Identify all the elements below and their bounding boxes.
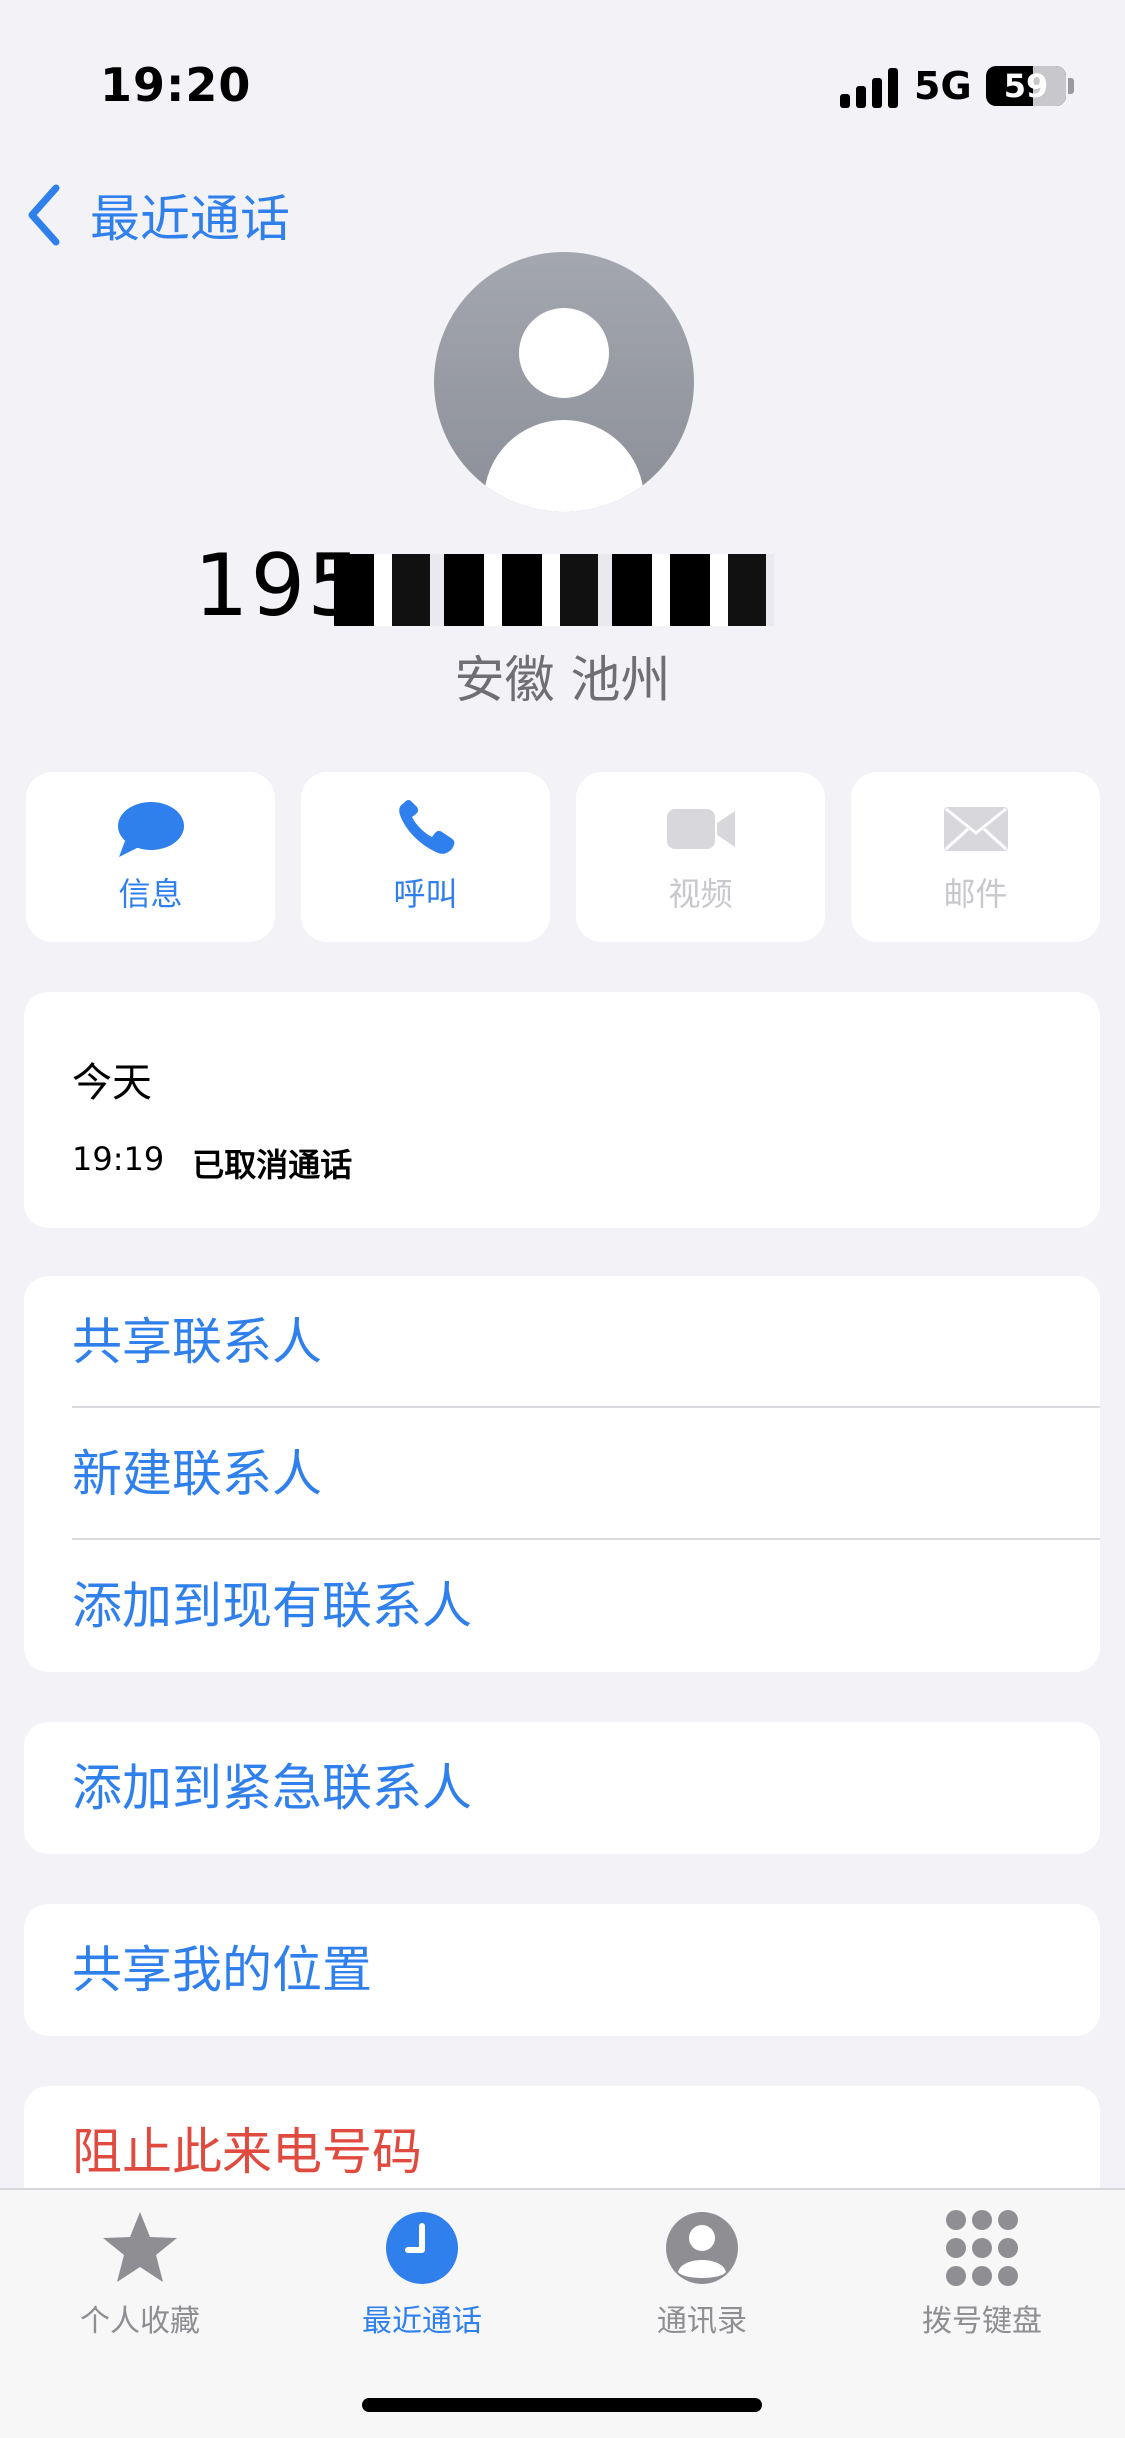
mail-button[interactable]: 邮件 — [851, 772, 1100, 942]
status-bar: 19:20 5G 59 — [0, 0, 1125, 170]
tab-recents[interactable]: 最近通话 — [312, 2208, 532, 2340]
contact-avatar — [434, 252, 694, 512]
message-label: 信息 — [118, 875, 183, 913]
call-button[interactable]: 呼叫 — [301, 772, 550, 942]
battery-percent: 59 — [1003, 67, 1049, 105]
clock-icon — [386, 2212, 458, 2284]
avatar-body — [484, 420, 644, 512]
video-button[interactable]: 视频 — [576, 772, 825, 942]
emergency-card: 添加到紧急联系人 — [24, 1722, 1100, 1854]
call-label: 呼叫 — [393, 875, 458, 913]
tab-contacts[interactable]: 通讯录 — [592, 2208, 812, 2340]
network-label: 5G — [914, 64, 972, 108]
redaction-mask — [333, 554, 774, 626]
tab-keypad[interactable]: 拨号键盘 — [872, 2208, 1092, 2340]
location-card: 共享我的位置 — [24, 1904, 1100, 2036]
action-buttons: 信息 呼叫 视频 邮件 — [26, 772, 1100, 942]
video-icon — [666, 809, 735, 849]
home-indicator[interactable] — [362, 2398, 762, 2412]
mail-icon — [943, 807, 1008, 851]
back-button[interactable]: 最近通话 — [24, 180, 290, 250]
person-circle-icon — [666, 2212, 738, 2284]
recents-card: 今天 19:19 已取消通话 — [24, 992, 1100, 1228]
star-icon — [103, 2212, 177, 2282]
message-button[interactable]: 信息 — [26, 772, 275, 942]
avatar-head — [519, 308, 609, 398]
mail-label: 邮件 — [943, 875, 1008, 913]
phone-number-block: 1950000000000 — [0, 536, 1125, 636]
phone-number: 1950000000000 — [194, 536, 931, 636]
share-contact-button[interactable]: 共享联系人 — [24, 1276, 1100, 1408]
tab-recents-label: 最近通话 — [362, 2304, 482, 2339]
new-contact-button[interactable]: 新建联系人 — [24, 1408, 1100, 1540]
tab-keypad-label: 拨号键盘 — [922, 2304, 1042, 2339]
recent-call-time: 19:19 — [72, 1140, 165, 1178]
tab-favorites-label: 个人收藏 — [80, 2304, 200, 2339]
video-label: 视频 — [668, 875, 733, 913]
message-icon — [117, 802, 184, 857]
add-to-existing-contact-button[interactable]: 添加到现有联系人 — [24, 1540, 1100, 1672]
phone-icon — [398, 799, 454, 854]
tab-favorites[interactable]: 个人收藏 — [30, 2208, 250, 2340]
caller-location: 安徽 池州 — [454, 651, 671, 709]
recent-call-row: 19:19 已取消通话 — [72, 1140, 352, 1186]
add-emergency-contact-button[interactable]: 添加到紧急联系人 — [24, 1722, 1100, 1854]
battery-tip — [1068, 78, 1074, 94]
contact-options-card: 共享联系人 新建联系人 添加到现有联系人 — [24, 1276, 1100, 1672]
recent-call-status: 已取消通话 — [192, 1146, 353, 1184]
tab-contacts-label: 通讯录 — [657, 2304, 747, 2339]
chevron-left-icon — [28, 184, 60, 246]
status-time: 19:20 — [100, 58, 252, 112]
share-location-button[interactable]: 共享我的位置 — [24, 1904, 1100, 2036]
signal-icon — [840, 66, 900, 108]
keypad-icon — [946, 2210, 1018, 2286]
recent-day: 今天 — [72, 1060, 152, 1106]
back-label: 最近通话 — [90, 190, 290, 248]
battery-icon: 59 — [986, 66, 1066, 106]
